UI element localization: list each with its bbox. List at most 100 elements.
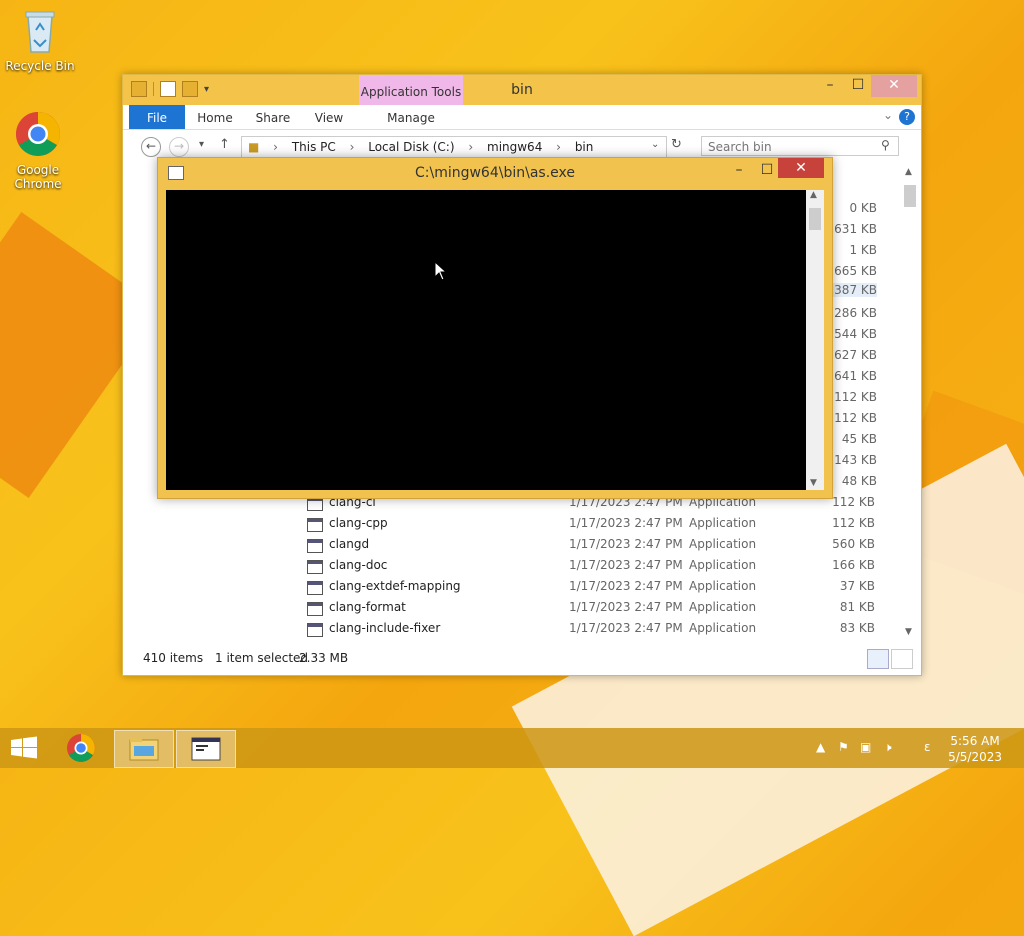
tab-share[interactable]: Share [251, 105, 295, 129]
volume-muted-icon[interactable]: 🕨 [884, 740, 892, 755]
close-button[interactable]: ✕ [871, 75, 917, 97]
desktop-icon-label: Google Chrome [14, 163, 62, 191]
breadcrumb-separator: › [273, 140, 278, 154]
clock-date: 5/5/2023 [948, 750, 1002, 764]
application-icon [307, 497, 323, 511]
file-date: 1/17/2023 2:47 PM [569, 579, 683, 593]
mouse-cursor-icon [434, 260, 448, 284]
back-button[interactable]: ← [141, 137, 161, 157]
breadcrumb-bin[interactable]: bin [575, 140, 594, 154]
scroll-up-icon[interactable]: ▲ [810, 190, 817, 200]
file-size: 166 KB [832, 558, 875, 572]
file-size: 81 KB [839, 600, 875, 614]
file-size: 112 KB [832, 516, 875, 530]
table-row[interactable]: clang-doc 1/17/2023 2:47 PM Application … [305, 558, 905, 579]
help-icon[interactable]: ? [899, 109, 915, 125]
refresh-icon[interactable]: ↻ [671, 137, 682, 152]
application-icon [307, 623, 323, 637]
file-size: 83 KB [839, 621, 875, 635]
tab-manage[interactable]: Manage [359, 105, 463, 129]
expand-ribbon-icon[interactable]: ⌄ [883, 108, 893, 122]
scrollbar-thumb[interactable] [809, 208, 821, 230]
vertical-scrollbar[interactable]: ▲ ▼ [903, 167, 917, 637]
start-button[interactable] [0, 730, 48, 766]
file-type: Application [689, 621, 757, 635]
folder-icon [129, 738, 159, 761]
up-button[interactable]: ↑ [219, 137, 230, 152]
console-close-button[interactable]: ✕ [778, 158, 824, 178]
clock-time: 5:56 AM [950, 734, 1000, 748]
network-icon[interactable]: ▣ [860, 740, 871, 754]
minimize-button[interactable]: – [815, 75, 845, 97]
table-row[interactable]: clang-extdef-mapping 1/17/2023 2:47 PM A… [305, 579, 905, 600]
file-name: clang-format [329, 600, 406, 614]
file-type: Application [689, 516, 757, 530]
breadcrumb-this-pc[interactable]: This PC [292, 140, 336, 154]
windows-logo-icon [11, 736, 37, 759]
scrollbar-thumb[interactable] [904, 185, 916, 207]
tab-view[interactable]: View [307, 105, 351, 129]
scroll-down-icon[interactable]: ▼ [810, 478, 817, 488]
selection-size: 2.33 MB [299, 651, 349, 665]
file-type: Application [689, 537, 757, 551]
selection-count: 1 item selected [215, 651, 309, 665]
console-window: C:\mingw64\bin\as.exe – ☐ ✕ ▲ ▼ [157, 157, 833, 499]
breadcrumb-separator: › [556, 140, 561, 154]
forward-button[interactable]: → [169, 137, 189, 157]
table-row[interactable]: clang-cpp 1/17/2023 2:47 PM Application … [305, 516, 905, 537]
folder-icon: ■ [248, 140, 260, 154]
item-count: 410 items [143, 651, 204, 665]
tab-file[interactable]: File [129, 105, 185, 129]
address-dropdown-icon[interactable]: ⌄ [651, 139, 659, 150]
breadcrumb-local-disk[interactable]: Local Disk (C:) [368, 140, 454, 154]
file-name: clang-extdef-mapping [329, 579, 461, 593]
file-size: 37 KB [839, 579, 875, 593]
application-icon [307, 581, 323, 595]
details-view-button[interactable] [867, 649, 889, 669]
taskbar-console[interactable] [176, 730, 236, 768]
table-row[interactable]: clangd 1/17/2023 2:47 PM Application 560… [305, 537, 905, 558]
file-type: Application [689, 600, 757, 614]
address-row: ← → ▾ ↑ ■ › This PC › Local Disk (C:) › … [123, 133, 921, 159]
breadcrumb-mingw64[interactable]: mingw64 [487, 140, 542, 154]
address-bar[interactable]: ■ › This PC › Local Disk (C:) › mingw64 … [241, 136, 667, 158]
file-size: 560 KB [832, 537, 875, 551]
console-output[interactable] [166, 190, 806, 490]
console-scrollbar[interactable]: ▲ ▼ [806, 190, 824, 490]
recent-locations-icon[interactable]: ▾ [199, 139, 204, 150]
console-minimize-button[interactable]: – [724, 160, 754, 180]
show-hidden-icons[interactable]: ▲ [816, 740, 825, 754]
clock[interactable]: 5:56 AM 5/5/2023 [948, 733, 1002, 765]
file-date: 1/17/2023 2:47 PM [569, 621, 683, 635]
maximize-button[interactable]: ☐ [843, 75, 873, 97]
recycle-bin-icon [2, 8, 78, 57]
taskbar-file-explorer[interactable] [114, 730, 174, 768]
table-row[interactable]: clang-format 1/17/2023 2:47 PM Applicati… [305, 600, 905, 621]
desktop-icon-recycle-bin[interactable]: Recycle Bin [2, 8, 78, 73]
file-name: clang-include-fixer [329, 621, 441, 635]
taskbar-chrome[interactable] [52, 730, 110, 766]
scroll-up-icon[interactable]: ▲ [905, 167, 912, 177]
explorer-titlebar[interactable]: ▾ Application Tools bin – ☐ ✕ [123, 75, 921, 105]
scroll-down-icon[interactable]: ▼ [905, 627, 912, 637]
breadcrumb-separator: › [468, 140, 474, 154]
table-row[interactable]: clang-include-fixer 1/17/2023 2:47 PM Ap… [305, 621, 905, 637]
search-icon[interactable]: ⚲ [881, 138, 890, 152]
file-date: 1/17/2023 2:47 PM [569, 516, 683, 530]
window-title: bin [511, 82, 533, 98]
ribbon-tabs: File Home Share View Manage ⌄ ? [123, 105, 921, 130]
tab-home[interactable]: Home [193, 105, 237, 129]
file-date: 1/17/2023 2:47 PM [569, 537, 683, 551]
file-type: Application [689, 579, 757, 593]
language-indicator[interactable]: ε [924, 740, 931, 754]
file-name: clang-cpp [329, 516, 388, 530]
status-bar: 410 items 1 item selected 2.33 MB [123, 641, 921, 675]
desktop-icon-chrome[interactable]: Google Chrome [0, 110, 76, 191]
taskbar: ▲ ⚑ ▣ 🕨 ε 5:56 AM 5/5/2023 [0, 728, 1024, 768]
file-name: clangd [329, 537, 370, 551]
large-icons-view-button[interactable] [891, 649, 913, 669]
search-input[interactable]: Search bin [701, 136, 899, 156]
application-icon [307, 602, 323, 616]
action-center-flag-icon[interactable]: ⚑ [838, 740, 849, 754]
breadcrumb-separator: › [349, 140, 355, 154]
